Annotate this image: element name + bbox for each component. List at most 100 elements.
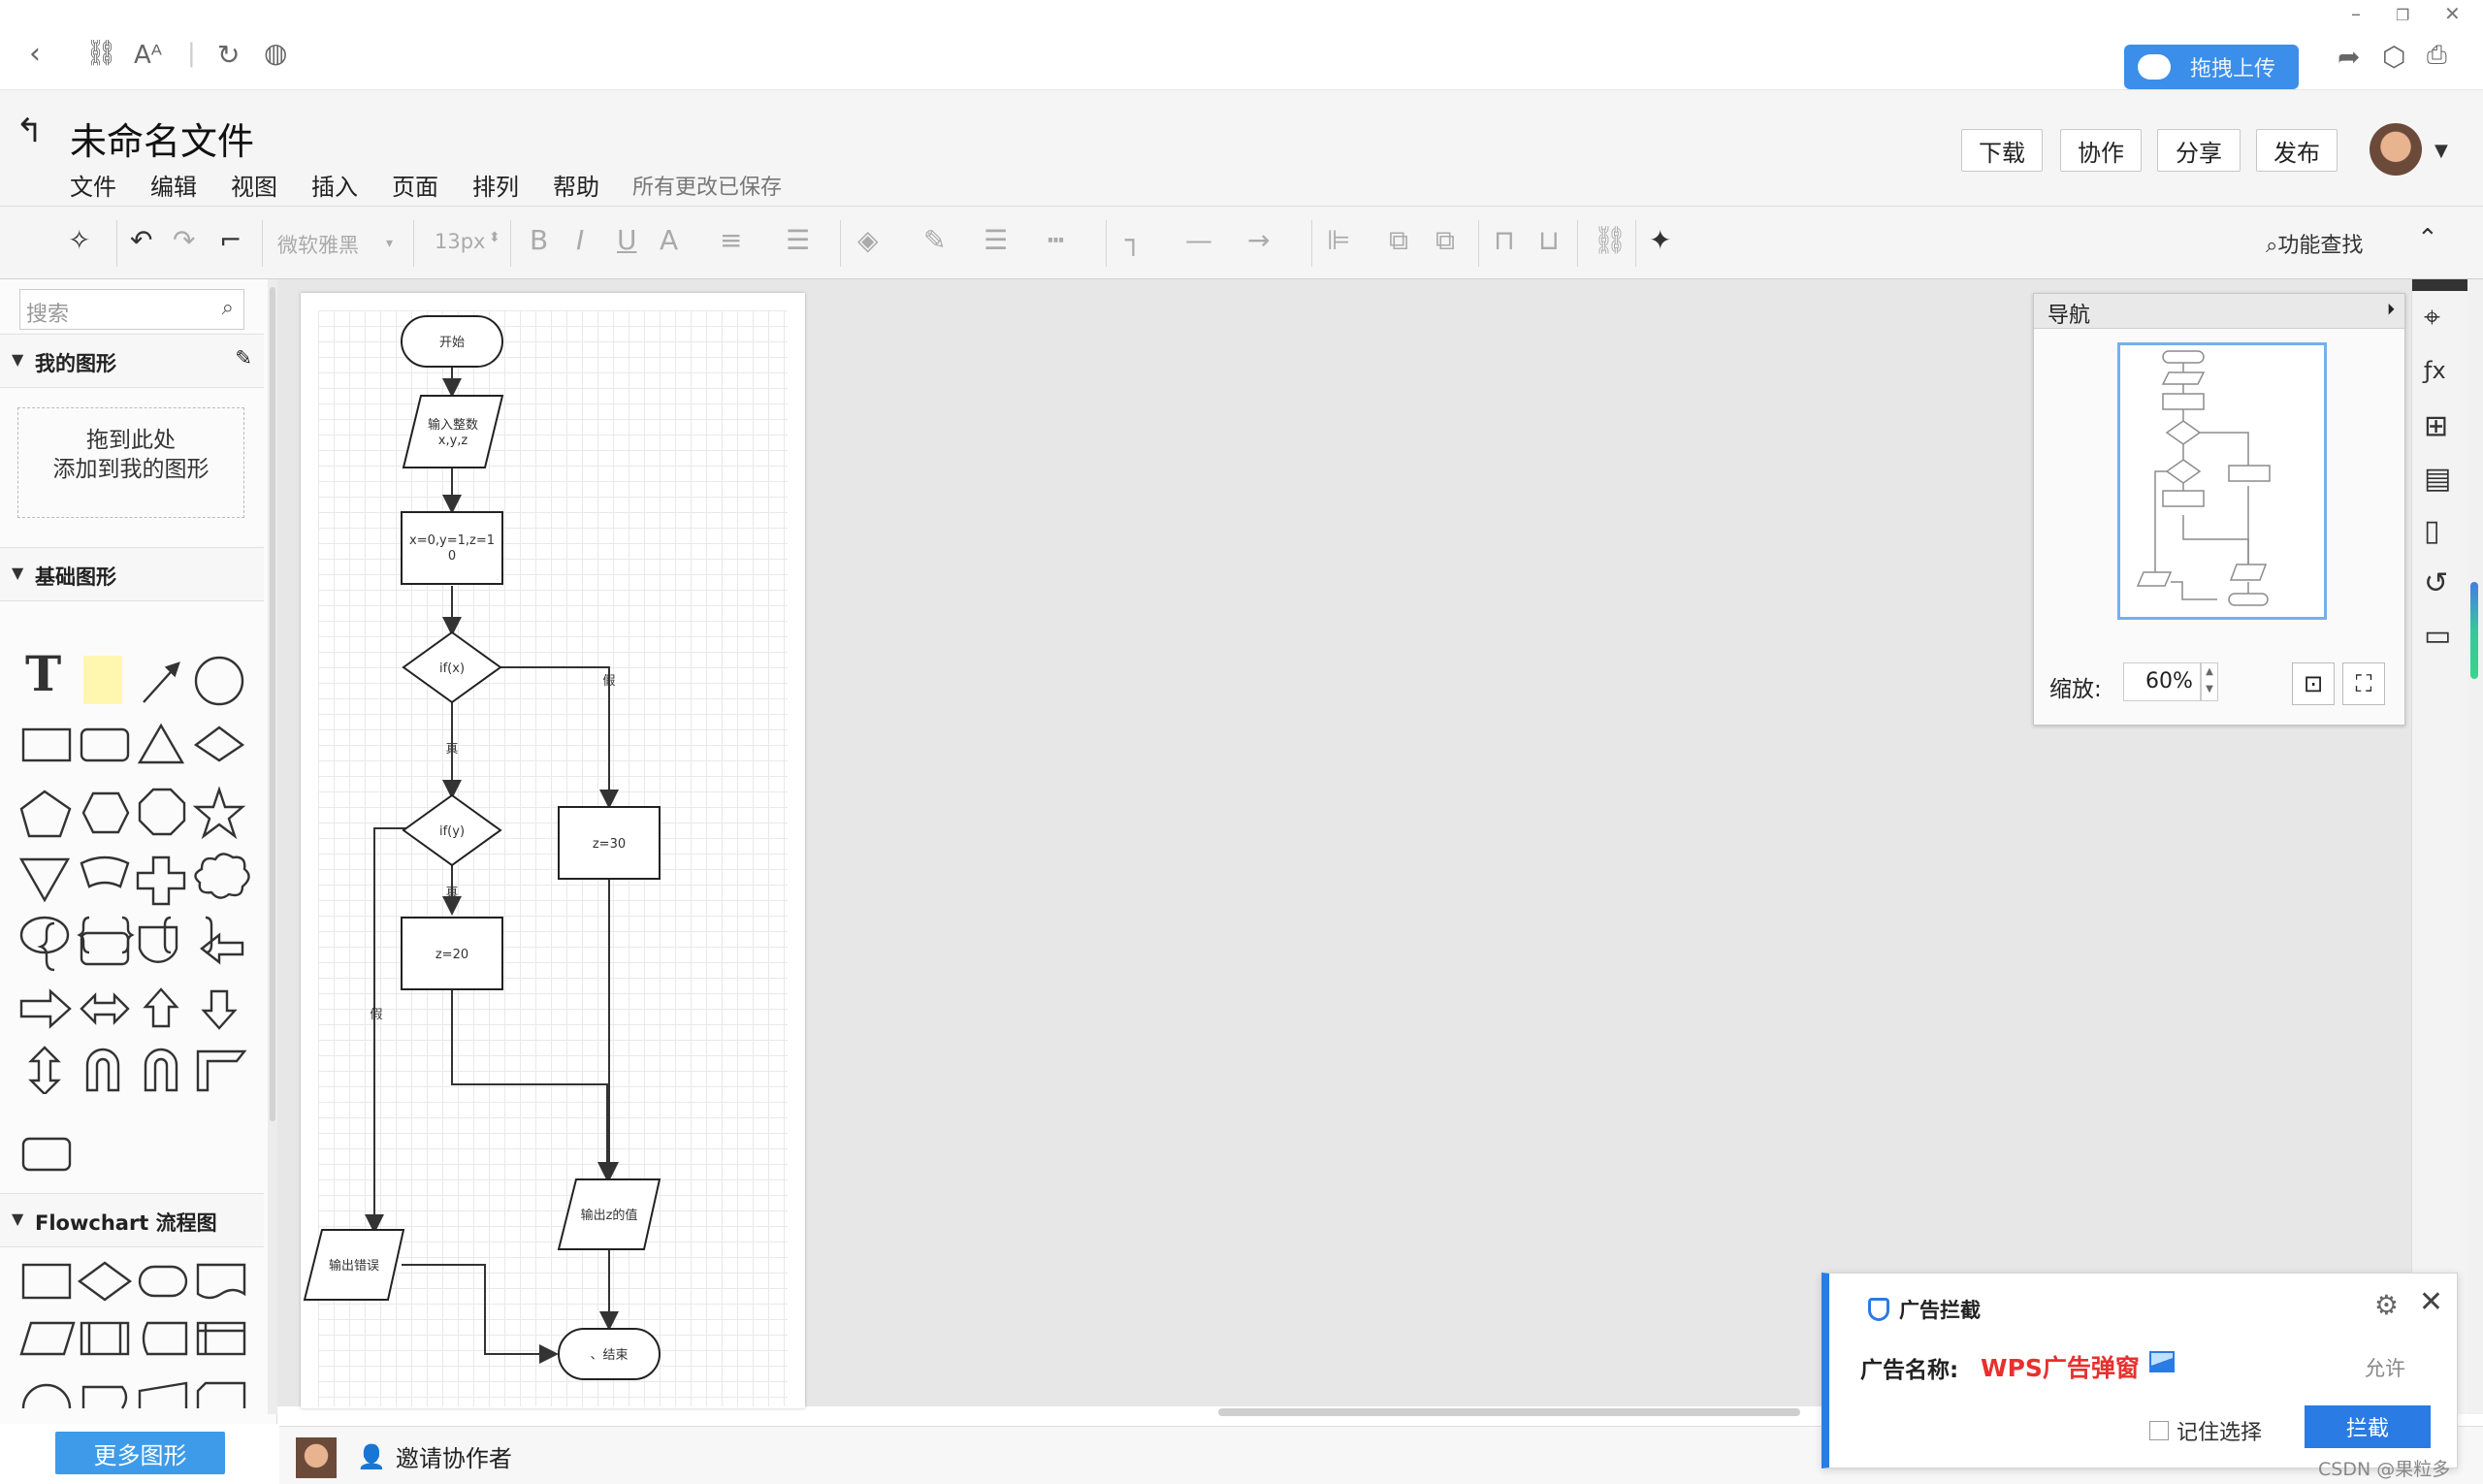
pages-icon[interactable]: ▤ bbox=[2424, 462, 2451, 496]
document-title[interactable]: 未命名文件 bbox=[70, 112, 254, 165]
invite-collaborators-button[interactable]: 👤 邀请协作者 bbox=[357, 1439, 512, 1473]
drop-zone[interactable]: 拖到此处 添加到我的图形 bbox=[17, 407, 244, 518]
underline-icon[interactable]: U bbox=[617, 224, 637, 256]
bold-icon[interactable]: B bbox=[530, 224, 548, 256]
menu-edit[interactable]: 编辑 bbox=[150, 168, 197, 202]
section-my-shapes[interactable]: ▼ 我的图形 ✎ bbox=[0, 334, 264, 388]
u-turn-2-icon[interactable] bbox=[144, 1048, 178, 1092]
decision-shape-icon[interactable] bbox=[77, 1261, 133, 1302]
refresh-icon[interactable]: ↻ bbox=[217, 39, 240, 71]
star-shape-icon[interactable] bbox=[192, 786, 246, 840]
cube-icon[interactable]: ⬡ bbox=[2382, 41, 2405, 73]
cross-shape-icon[interactable] bbox=[136, 855, 186, 906]
manual-input-icon[interactable] bbox=[138, 1381, 188, 1408]
zoom-input[interactable]: 60% bbox=[2123, 662, 2201, 701]
gear-icon[interactable]: ⚙ bbox=[2374, 1289, 2399, 1321]
page-icon[interactable]: ▯ bbox=[2424, 514, 2440, 548]
note-shape-icon[interactable] bbox=[83, 656, 122, 704]
font-family-select[interactable]: 微软雅黑 bbox=[277, 230, 359, 259]
align-shapes-icon[interactable]: ⊫ bbox=[1327, 224, 1350, 256]
link-icon[interactable]: ⛓ bbox=[85, 39, 117, 68]
delay-shape-icon[interactable] bbox=[81, 1385, 128, 1409]
menu-file[interactable]: 文件 bbox=[70, 168, 116, 202]
image-icon[interactable] bbox=[2149, 1351, 2175, 1372]
terminator-shape-icon[interactable] bbox=[138, 1265, 188, 1298]
lock-icon[interactable]: ⊓ bbox=[1494, 224, 1515, 256]
card-shape-icon[interactable] bbox=[80, 855, 130, 888]
share-arrow-icon[interactable]: ➦ bbox=[2338, 41, 2360, 73]
link-icon[interactable]: ⛓ bbox=[1593, 224, 1628, 256]
scrollbar-thumb[interactable] bbox=[270, 287, 275, 1121]
redo-icon[interactable]: ↷ bbox=[173, 224, 195, 256]
rounded-rect-shape-icon[interactable] bbox=[80, 727, 130, 762]
spinner-icon[interactable]: ⬍ bbox=[489, 230, 500, 245]
section-flowchart[interactable]: ▼ Flowchart 流程图 bbox=[0, 1193, 264, 1247]
menu-insert[interactable]: 插入 bbox=[311, 168, 358, 202]
triangle-shape-icon[interactable] bbox=[137, 723, 185, 764]
stored-data-icon[interactable] bbox=[142, 1321, 188, 1356]
collapse-toolbar-icon[interactable]: ⌃ bbox=[2417, 224, 2438, 253]
hexagon-shape-icon[interactable] bbox=[81, 791, 130, 834]
publish-button[interactable]: 发布 bbox=[2256, 129, 2338, 172]
horizontal-scrollbar[interactable] bbox=[1218, 1408, 1800, 1416]
avatar[interactable] bbox=[296, 1437, 337, 1478]
rounded-rect-icon[interactable] bbox=[80, 931, 130, 966]
cloud-shape-icon[interactable] bbox=[194, 853, 250, 899]
line-color-icon[interactable]: ✎ bbox=[923, 224, 946, 256]
data-shape-icon[interactable] bbox=[19, 1321, 76, 1356]
page-size-icon[interactable]: ⊞ bbox=[2424, 409, 2448, 443]
close-icon[interactable]: ✕ bbox=[2419, 1285, 2443, 1319]
edit-icon[interactable]: ✎ bbox=[235, 346, 252, 370]
rounded-rect-icon[interactable] bbox=[21, 1137, 72, 1172]
arrow-up-icon[interactable] bbox=[143, 987, 179, 1028]
zoom-spinner[interactable]: ▲ ▼ bbox=[2201, 662, 2218, 701]
history-icon[interactable]: ↺ bbox=[2424, 566, 2448, 600]
bring-front-icon[interactable]: ⧉ bbox=[1389, 224, 1408, 257]
arrow-end-icon[interactable]: → bbox=[1247, 224, 1270, 256]
line-spacing-icon[interactable]: ☰ bbox=[786, 224, 810, 256]
download-page-icon[interactable]: ⎙ bbox=[2427, 41, 2447, 71]
checkbox[interactable] bbox=[2149, 1421, 2169, 1440]
collapse-right-icon[interactable]: ⏵ bbox=[2387, 300, 2395, 319]
collaborate-button[interactable]: 协作 bbox=[2060, 129, 2142, 172]
arrow-down-icon[interactable] bbox=[201, 989, 238, 1030]
document-shape-icon[interactable] bbox=[196, 1263, 246, 1300]
comment-icon[interactable]: ▭ bbox=[2424, 619, 2451, 653]
arrow-updown-icon[interactable] bbox=[28, 1046, 61, 1094]
font-size-icon[interactable]: Aᴬ bbox=[134, 41, 162, 70]
minimize-icon[interactable]: – bbox=[2351, 2, 2361, 25]
italic-icon[interactable]: I bbox=[576, 224, 584, 256]
menu-view[interactable]: 视图 bbox=[231, 168, 277, 202]
globe-icon[interactable]: ◍ bbox=[264, 37, 287, 69]
menu-help[interactable]: 帮助 bbox=[553, 168, 599, 202]
remember-choice-checkbox[interactable]: 记住选择 bbox=[2149, 1415, 2262, 1446]
brace-icon[interactable] bbox=[37, 921, 55, 972]
font-color-icon[interactable]: A bbox=[660, 224, 678, 256]
section-basic-shapes[interactable]: ▼ 基础图形 bbox=[0, 547, 264, 601]
line-style-icon[interactable]: ┅ bbox=[1048, 224, 1064, 256]
pentagon-shape-icon[interactable] bbox=[19, 790, 72, 838]
corner-icon[interactable] bbox=[196, 1049, 247, 1092]
connector-icon[interactable]: ┐ bbox=[1125, 224, 1142, 256]
fullscreen-icon[interactable]: ⛶ bbox=[2342, 662, 2385, 705]
unlock-icon[interactable]: ⊔ bbox=[1538, 224, 1560, 256]
send-back-icon[interactable]: ⧉ bbox=[1435, 224, 1455, 257]
format-painter-select-icon[interactable]: ✧ bbox=[68, 224, 90, 256]
assign-node[interactable] bbox=[401, 511, 503, 585]
restore-icon[interactable]: ❐ bbox=[2396, 6, 2409, 24]
card-shape-icon[interactable] bbox=[196, 1381, 246, 1408]
drop-shape-icon[interactable] bbox=[138, 925, 178, 963]
line-weight-icon[interactable]: ☰ bbox=[984, 224, 1008, 256]
caret-down-icon[interactable]: ▼ bbox=[2435, 141, 2448, 161]
circle-shape-icon[interactable] bbox=[194, 656, 244, 706]
arrow-right-icon[interactable] bbox=[19, 988, 72, 1029]
font-size-select[interactable]: 13px bbox=[435, 230, 485, 253]
cone-shape-icon[interactable] bbox=[18, 857, 71, 903]
magic-wand-icon[interactable]: ✦ bbox=[1649, 224, 1671, 256]
u-turn-icon[interactable] bbox=[85, 1048, 120, 1092]
diamond-shape-icon[interactable] bbox=[193, 726, 245, 762]
drag-upload-button[interactable]: 拖拽上传 bbox=[2124, 45, 2299, 89]
fit-page-icon[interactable]: ⊡ bbox=[2292, 662, 2335, 705]
text-shape-icon[interactable]: T bbox=[25, 645, 61, 702]
close-window-icon[interactable]: ✕ bbox=[2444, 2, 2461, 25]
